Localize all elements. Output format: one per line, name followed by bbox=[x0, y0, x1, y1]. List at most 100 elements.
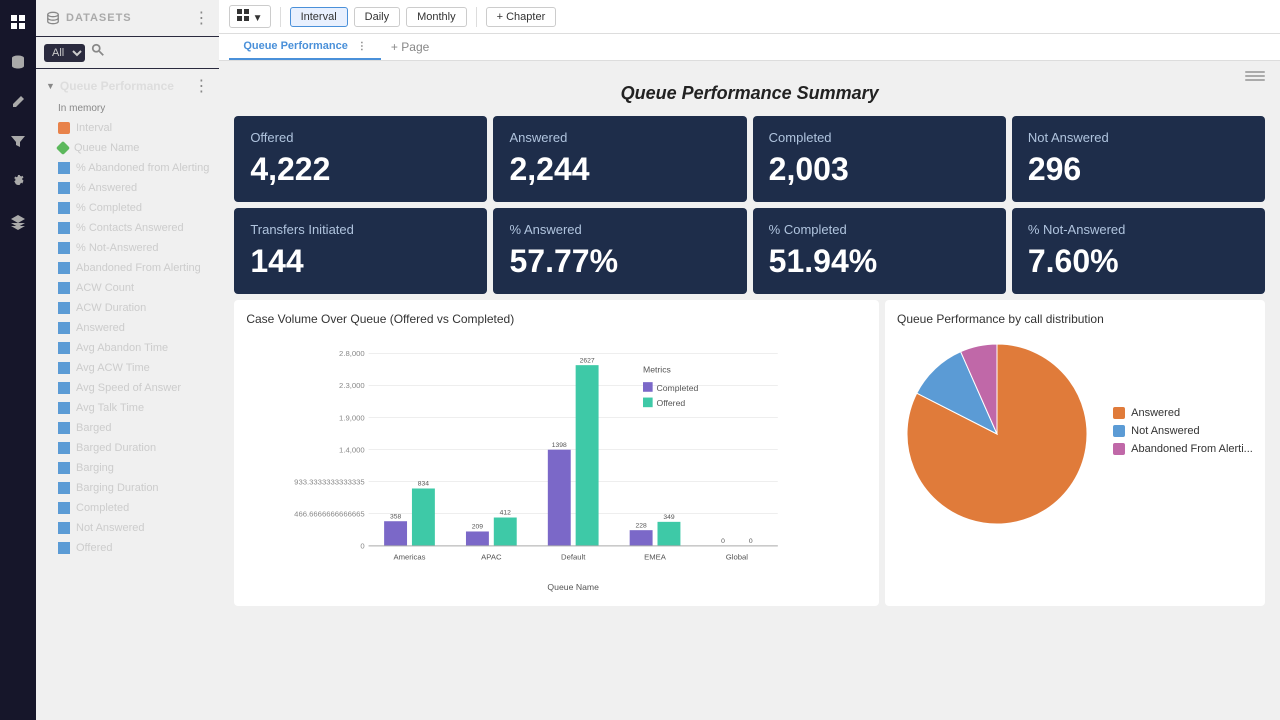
monthly-btn[interactable]: Monthly bbox=[406, 7, 467, 27]
sidebar-field-item[interactable]: % Abandoned from Alerting bbox=[36, 158, 219, 178]
kpi-card: Transfers Initiated 144 bbox=[234, 208, 487, 294]
sidebar-field-item[interactable]: % Not-Answered bbox=[36, 238, 219, 258]
field-type-icon bbox=[58, 162, 70, 174]
fields-list: Interval Queue Name % Abandoned from Alert… bbox=[36, 118, 219, 558]
kpi-row1: Offered 4,222 Answered 2,244 Completed 2… bbox=[234, 116, 1265, 202]
sidebar-field-item[interactable]: % Completed bbox=[36, 198, 219, 218]
sidebar-field-item[interactable]: Avg Abandon Time bbox=[36, 338, 219, 358]
field-label: Completed bbox=[76, 502, 129, 514]
sidebar-field-item[interactable]: Avg Speed of Answer bbox=[36, 378, 219, 398]
sidebar-field-item[interactable]: Not Answered bbox=[36, 518, 219, 538]
sidebar-field-item[interactable]: Offered bbox=[36, 538, 219, 558]
sidebar-field-item[interactable]: Barged Duration bbox=[36, 438, 219, 458]
dataset-group-header[interactable]: ▼ Queue Performance ⋮ bbox=[36, 69, 219, 103]
sidebar-field-item[interactable]: ACW Count bbox=[36, 278, 219, 298]
field-type-icon bbox=[58, 442, 70, 454]
sidebar-field-item[interactable]: Barging bbox=[36, 458, 219, 478]
sidebar-field-item[interactable]: Avg Talk Time bbox=[36, 398, 219, 418]
field-label: Interval bbox=[76, 122, 112, 134]
daily-btn[interactable]: Daily bbox=[354, 7, 400, 27]
field-type-icon bbox=[58, 522, 70, 534]
bar-chart-svg: 2.8,0002.3,0001.9,0001.4,000933.33333333… bbox=[246, 334, 867, 594]
field-label: Barging bbox=[76, 462, 114, 474]
group-menu-icon[interactable]: ⋮ bbox=[193, 76, 209, 96]
svg-text:228: 228 bbox=[636, 522, 647, 529]
drag-handle[interactable] bbox=[1245, 71, 1265, 81]
svg-text:1.4,000: 1.4,000 bbox=[339, 445, 365, 454]
charts-row: Case Volume Over Queue (Offered vs Compl… bbox=[234, 300, 1265, 606]
svg-text:209: 209 bbox=[472, 524, 483, 531]
nav-icon-layers[interactable] bbox=[4, 208, 32, 236]
datasets-menu-icon[interactable]: ⋮ bbox=[193, 8, 209, 28]
sidebar-field-item[interactable]: Interval bbox=[36, 118, 219, 138]
sidebar-field-item[interactable]: Queue Name bbox=[36, 138, 219, 158]
legend-label: Abandoned From Alerti... bbox=[1131, 443, 1253, 455]
field-label: Queue Name bbox=[74, 142, 139, 154]
field-type-icon bbox=[58, 542, 70, 554]
field-label: % Completed bbox=[76, 202, 142, 214]
sidebar-field-item[interactable]: Avg ACW Time bbox=[36, 358, 219, 378]
kpi-label: Transfers Initiated bbox=[250, 222, 471, 237]
field-type-icon bbox=[58, 262, 70, 274]
svg-text:EMEA: EMEA bbox=[644, 552, 667, 561]
svg-text:834: 834 bbox=[418, 481, 429, 488]
datasets-header: DATASETS ⋮ bbox=[36, 0, 219, 37]
kpi-value: 7.60% bbox=[1028, 243, 1249, 280]
legend-dot bbox=[1113, 425, 1125, 437]
field-label: Barged Duration bbox=[76, 442, 156, 454]
tab-options-icon[interactable]: ⋮ bbox=[357, 41, 367, 52]
kpi-card: Completed 2,003 bbox=[753, 116, 1006, 202]
tabs-row: Queue Performance ⋮ + Page bbox=[219, 34, 1280, 61]
legend-item: Answered bbox=[1113, 407, 1253, 419]
sidebar-field-item[interactable]: Completed bbox=[36, 498, 219, 518]
kpi-label: % Not-Answered bbox=[1028, 222, 1249, 237]
kpi-label: Offered bbox=[250, 130, 471, 145]
field-type-icon bbox=[58, 302, 70, 314]
kpi-value: 57.77% bbox=[509, 243, 730, 280]
sidebar-field-item[interactable]: Answered bbox=[36, 318, 219, 338]
svg-text:APAC: APAC bbox=[481, 552, 502, 561]
kpi-value: 4,222 bbox=[250, 151, 471, 188]
kpi-value: 2,003 bbox=[769, 151, 990, 188]
field-type-icon bbox=[58, 202, 70, 214]
field-type-icon bbox=[58, 342, 70, 354]
kpi-label: % Completed bbox=[769, 222, 990, 237]
pie-chart-area: AnsweredNot AnsweredAbandoned From Alert… bbox=[897, 334, 1253, 534]
kpi-value: 2,244 bbox=[509, 151, 730, 188]
sidebar-field-item[interactable]: ACW Duration bbox=[36, 298, 219, 318]
tab-add-page[interactable]: + Page bbox=[381, 34, 439, 60]
nav-icon-gear[interactable] bbox=[4, 168, 32, 196]
legend-item: Abandoned From Alerti... bbox=[1113, 443, 1253, 455]
toolbar: ▼ Interval Daily Monthly + Chapter bbox=[219, 0, 1280, 34]
sidebar-field-item[interactable]: % Answered bbox=[36, 178, 219, 198]
svg-text:Default: Default bbox=[561, 552, 586, 561]
nav-icon-database[interactable] bbox=[4, 48, 32, 76]
svg-text:1398: 1398 bbox=[552, 442, 567, 449]
legend-dot bbox=[1113, 443, 1125, 455]
interval-btn[interactable]: Interval bbox=[290, 7, 348, 27]
tab-queue-performance[interactable]: Queue Performance ⋮ bbox=[229, 34, 381, 60]
sidebar-field-item[interactable]: Abandoned From Alerting bbox=[36, 258, 219, 278]
chapter-btn[interactable]: + Chapter bbox=[486, 7, 557, 27]
kpi-card: Answered 2,244 bbox=[493, 116, 746, 202]
svg-text:Queue Name: Queue Name bbox=[548, 582, 600, 592]
sidebar-field-item[interactable]: % Contacts Answered bbox=[36, 218, 219, 238]
nav-icon-pencil[interactable] bbox=[4, 88, 32, 116]
nav-icon-grid[interactable] bbox=[4, 8, 32, 36]
field-type-icon bbox=[58, 282, 70, 294]
kpi-row2: Transfers Initiated 144 % Answered 57.77… bbox=[234, 208, 1265, 294]
kpi-card: Offered 4,222 bbox=[234, 116, 487, 202]
filter-select[interactable]: All bbox=[44, 44, 85, 62]
sidebar-field-item[interactable]: Barging Duration bbox=[36, 478, 219, 498]
svg-text:2627: 2627 bbox=[580, 357, 595, 364]
content-area: Queue Performance Summary Offered 4,222 … bbox=[219, 61, 1280, 720]
kpi-card: % Not-Answered 7.60% bbox=[1012, 208, 1265, 294]
toolbar-layout-btn[interactable]: ▼ bbox=[229, 5, 270, 28]
search-icon[interactable] bbox=[91, 43, 105, 62]
sidebar-field-item[interactable]: Barged bbox=[36, 418, 219, 438]
svg-text:0: 0 bbox=[721, 538, 725, 545]
field-type-icon bbox=[58, 482, 70, 494]
field-type-icon bbox=[58, 462, 70, 474]
nav-icon-filter[interactable] bbox=[4, 128, 32, 156]
dataset-group-sub: In memory bbox=[36, 103, 219, 118]
